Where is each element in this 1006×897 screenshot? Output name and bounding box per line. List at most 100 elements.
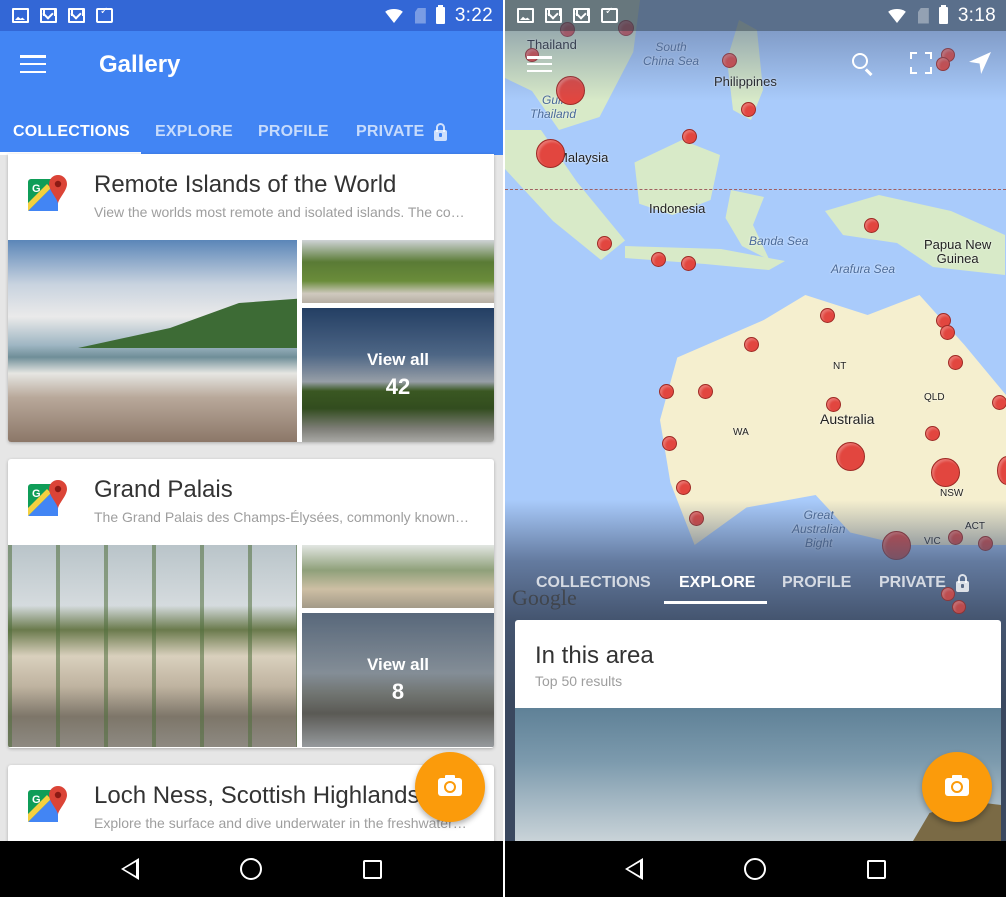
tab-private-label: PRIVATE [356,123,425,140]
google-maps-icon: G [28,480,67,516]
map-marker[interactable] [698,384,713,399]
map-marker[interactable] [676,480,691,495]
map-marker[interactable] [651,252,666,267]
map-marker[interactable] [597,236,612,251]
map-marker[interactable] [940,325,955,340]
photo-grid: View all 42 [8,240,494,442]
photo-thumbnail[interactable] [302,545,494,608]
map-marker[interactable] [681,256,696,271]
map-marker[interactable] [864,218,879,233]
collection-description: The Grand Palais des Champs-Élysées, com… [94,509,470,525]
collection-description: Explore the surface and dive underwater … [94,815,467,831]
navigation-bar [0,841,503,897]
app-bar: Gallery COLLECTIONS EXPLORE PROFILE PRIV… [0,31,503,155]
map-marker[interactable] [659,384,674,399]
clipboard-check-notification-icon [601,6,618,23]
collections-screen: 3:22 Gallery COLLECTIONS EXPLORE PROFILE… [0,0,503,897]
map-marker[interactable] [931,458,960,487]
collection-title: Loch Ness, Scottish Highlands [94,782,420,809]
map-label-australia: Australia [820,411,875,427]
tab-collections[interactable]: COLLECTIONS [536,560,651,606]
tab-profile[interactable]: PROFILE [258,109,329,155]
no-sim-icon [917,7,929,24]
collection-description: View the worlds most remote and isolated… [94,204,465,220]
area-card-subtitle: Top 50 results [535,673,623,689]
photo-grid: View all 8 [8,545,494,747]
camera-icon [945,775,969,796]
add-photo-fab[interactable] [922,752,992,822]
gmail-notification-icon [573,8,590,23]
collection-card[interactable]: G Grand Palais The Grand Palais des Cham… [8,459,494,748]
map-marker[interactable] [836,442,865,471]
no-sim-icon [414,7,426,24]
svg-text:G: G [32,488,41,500]
recents-icon[interactable] [866,859,886,879]
svg-text:G: G [32,183,41,195]
page-title: Gallery [99,51,181,78]
status-bar: 3:18 [505,0,1006,31]
card-header: G Grand Palais The Grand Palais des Cham… [8,459,494,545]
clipboard-check-notification-icon [96,6,113,23]
map-marker[interactable] [925,426,940,441]
map-label-nt: NT [833,361,847,372]
map-marker[interactable] [662,436,677,451]
view-all-label: View all [366,350,430,369]
lock-icon [955,573,969,592]
wifi-icon [382,8,405,23]
map-marker[interactable] [536,139,565,168]
area-card-title: In this area [535,642,654,669]
home-icon[interactable] [743,858,766,880]
map-marker[interactable] [820,308,835,323]
map-label-papua-new-guinea: Papua New Guinea [924,237,992,266]
map-marker[interactable] [682,129,697,144]
tab-explore[interactable]: EXPLORE [679,560,755,606]
view-all-tile[interactable]: View all 42 [302,308,494,442]
gmail-notification-icon [68,8,85,23]
map-label-qld: QLD [924,392,945,403]
fullscreen-icon[interactable] [910,52,932,74]
photo-thumbnail[interactable] [8,545,297,747]
photo-count: 42 [385,374,411,399]
back-icon[interactable] [625,858,644,880]
battery-icon [435,5,445,24]
tab-collections[interactable]: COLLECTIONS [13,109,130,155]
google-maps-icon: G [28,175,67,211]
add-photo-fab[interactable] [415,752,485,822]
recents-icon[interactable] [363,859,383,879]
back-icon[interactable] [120,858,139,880]
wifi-icon [885,8,908,23]
tab-profile[interactable]: PROFILE [782,560,851,606]
tab-private-label: PRIVATE [879,574,946,591]
map-label-indonesia: Indonesia [649,201,706,216]
active-tab-indicator [664,601,767,604]
map-marker[interactable] [826,397,841,412]
view-all-label: View all [366,655,430,674]
collection-title: Grand Palais [94,476,233,503]
camera-icon [438,775,462,796]
lock-icon [434,122,448,141]
navigation-bar [505,841,1006,897]
view-all-tile[interactable]: View all 8 [302,613,494,747]
home-icon[interactable] [239,858,262,880]
photo-thumbnail[interactable] [8,240,297,442]
tab-bar: COLLECTIONS EXPLORE PROFILE PRIVATE [505,560,1006,606]
tab-private[interactable]: PRIVATE [356,109,448,155]
tab-bar: COLLECTIONS EXPLORE PROFILE PRIVATE [0,109,503,155]
card-header: G Remote Islands of the World View the w… [8,154,494,240]
map-label-wa: WA [733,427,749,438]
hamburger-menu-icon[interactable] [20,55,46,73]
map-marker[interactable] [992,395,1006,410]
collection-card[interactable]: G Remote Islands of the World View the w… [8,154,494,442]
map-label-nsw: NSW [940,488,964,499]
tab-explore[interactable]: EXPLORE [155,109,233,155]
search-icon[interactable] [852,53,868,69]
hamburger-menu-icon[interactable] [527,56,552,72]
map-marker[interactable] [948,355,963,370]
photo-thumbnail[interactable] [302,240,494,303]
clock: 3:22 [454,4,493,26]
map-marker[interactable] [741,102,756,117]
tab-private[interactable]: PRIVATE [879,560,969,606]
map-label-arafura-sea: Arafura Sea [831,262,896,276]
map-marker[interactable] [744,337,759,352]
status-bar: 3:22 [0,0,503,31]
